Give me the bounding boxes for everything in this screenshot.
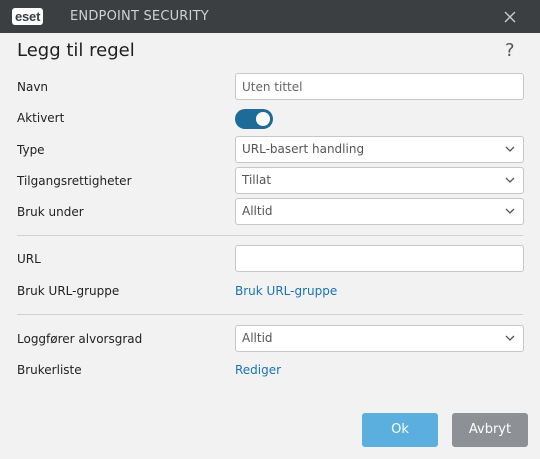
url-group-link[interactable]: Bruk URL-gruppe <box>235 284 337 298</box>
dialog-title: Legg til regel <box>17 40 135 61</box>
type-value: URL-basert handling <box>242 142 365 156</box>
title-bar: eset ENDPOINT SECURITY <box>0 0 540 33</box>
access-label: Tilgangsrettigheter <box>17 174 132 188</box>
ok-button[interactable]: Ok <box>362 413 438 447</box>
apply-during-select[interactable]: Alltid <box>235 198 524 225</box>
url-input[interactable] <box>235 245 524 272</box>
apply-during-value: Alltid <box>242 204 273 218</box>
help-icon[interactable]: ? <box>505 40 515 61</box>
url-label: URL <box>17 252 41 266</box>
section-divider <box>17 314 523 315</box>
name-label: Navn <box>17 80 49 94</box>
cancel-button[interactable]: Avbryt <box>452 413 528 447</box>
enabled-label: Aktivert <box>17 111 65 125</box>
toggle-knob <box>256 112 270 126</box>
user-list-label: Brukerliste <box>17 363 82 377</box>
logo-text: eset <box>15 9 41 24</box>
chevron-down-icon <box>505 146 515 152</box>
access-select[interactable]: Tillat <box>235 167 524 194</box>
chevron-down-icon <box>505 177 515 183</box>
type-select[interactable]: URL-basert handling <box>235 136 524 163</box>
apply-during-label: Bruk under <box>17 205 84 219</box>
type-label: Type <box>17 143 45 157</box>
log-severity-select[interactable]: Alltid <box>235 325 524 352</box>
user-list-edit-link[interactable]: Rediger <box>235 363 281 377</box>
app-title: ENDPOINT SECURITY <box>70 9 209 24</box>
close-icon[interactable] <box>499 6 521 28</box>
enabled-toggle[interactable] <box>235 109 273 129</box>
eset-logo: eset <box>12 8 44 25</box>
log-severity-label: Loggfører alvorsgrad <box>17 332 143 346</box>
chevron-down-icon <box>505 208 515 214</box>
chevron-down-icon <box>505 335 515 341</box>
name-input[interactable] <box>235 73 524 100</box>
url-group-label: Bruk URL-gruppe <box>17 284 120 298</box>
log-severity-value: Alltid <box>242 331 273 345</box>
access-value: Tillat <box>242 173 272 187</box>
section-divider <box>17 235 523 236</box>
